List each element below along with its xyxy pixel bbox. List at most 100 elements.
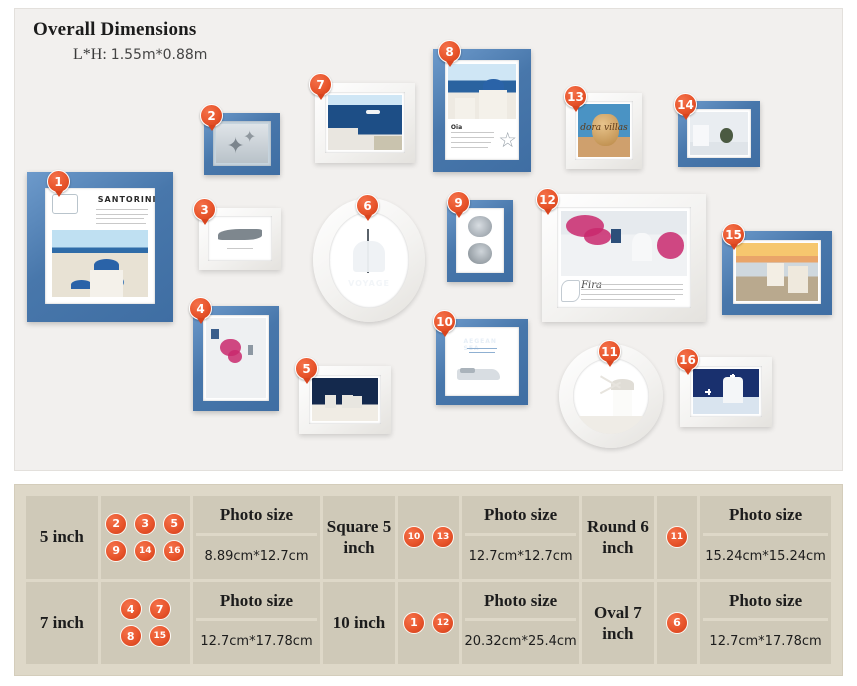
frame-badge-4[interactable]: 4 bbox=[189, 297, 212, 320]
frame-6-caption: VOYAGE bbox=[348, 279, 390, 289]
frame-8-caption: Oia bbox=[450, 124, 463, 131]
frame-7-photo bbox=[325, 92, 405, 153]
frame-badge-5[interactable]: 5 bbox=[295, 357, 318, 380]
frame-16-photo bbox=[690, 366, 762, 417]
cell-photosize-10inch: Photo size 20.32cm*25.4cm bbox=[462, 581, 580, 664]
shell-bottom-icon bbox=[468, 243, 492, 264]
photo-size-value: 15.24cm*15.24cm bbox=[705, 548, 826, 564]
cell-badges-5inch: 2 3 5 9 14 16 bbox=[100, 496, 190, 579]
photo-size-value: 8.89cm*12.7cm bbox=[204, 548, 309, 564]
frame-4-scene bbox=[206, 318, 266, 398]
frame-15-scene bbox=[736, 243, 818, 301]
frame-13-caption: dora villas bbox=[580, 123, 628, 134]
table-badge[interactable]: 7 bbox=[148, 598, 171, 621]
size-label: Oval 7 inch bbox=[594, 602, 642, 643]
table-badge[interactable]: 2 bbox=[105, 512, 128, 535]
frame-badge-9[interactable]: 9 bbox=[447, 191, 470, 214]
photo-size-header: Photo size bbox=[195, 498, 318, 536]
frame-badge-6[interactable]: 6 bbox=[356, 194, 379, 217]
frame-8-scene bbox=[447, 64, 517, 119]
frame-4-photo bbox=[203, 315, 269, 401]
frame-badge-2[interactable]: 2 bbox=[200, 104, 223, 127]
frame-badge-10[interactable]: 10 bbox=[433, 310, 456, 333]
frame-badge-13[interactable]: 13 bbox=[564, 85, 587, 108]
dimension-value: 1.55m*0.88m bbox=[110, 47, 208, 63]
cell-photosize-7inch: Photo size 12.7cm*17.78cm bbox=[192, 581, 321, 664]
frame-badge-11[interactable]: 11 bbox=[598, 340, 621, 363]
frame-3-photo bbox=[208, 216, 272, 261]
frame-16[interactable]: 16 bbox=[676, 348, 772, 427]
frame-4[interactable]: 4 bbox=[189, 297, 279, 411]
frame-badge-3[interactable]: 3 bbox=[193, 198, 216, 221]
frame-6-photo: VOYAGE bbox=[329, 212, 409, 308]
photo-size-header: Photo size bbox=[465, 498, 577, 536]
overall-dimensions-line: L*H: 1.55m*0.88m bbox=[73, 46, 207, 64]
frame-14-photo bbox=[687, 109, 751, 158]
table-badge[interactable]: 12 bbox=[431, 611, 454, 634]
frame-15[interactable]: 15 bbox=[722, 223, 832, 315]
size-label-line1: Square 5 inch bbox=[326, 517, 392, 558]
cell-size-7inch: 7 inch bbox=[26, 581, 98, 664]
table-badge[interactable]: 14 bbox=[134, 539, 157, 562]
frame-9[interactable]: 9 bbox=[447, 191, 513, 282]
frame-badge-14[interactable]: 14 bbox=[674, 93, 697, 116]
frame-badge-8[interactable]: 8 bbox=[438, 40, 461, 63]
table-badge[interactable]: 8 bbox=[119, 625, 142, 648]
frame-12-scene bbox=[561, 211, 687, 276]
table-badge[interactable]: 10 bbox=[402, 526, 425, 549]
shell-top-icon bbox=[468, 215, 492, 237]
photo-size-value: 12.7cm*12.7cm bbox=[468, 548, 573, 564]
table-badge[interactable]: 4 bbox=[119, 598, 142, 621]
frame-14[interactable]: 14 bbox=[674, 93, 760, 167]
frame-8[interactable]: Oia ☆ 8 bbox=[433, 40, 531, 172]
cell-photosize-oval7inch: Photo size 12.7cm*17.78cm bbox=[700, 581, 831, 664]
table-badge[interactable]: 9 bbox=[105, 539, 128, 562]
frame-1-scene bbox=[51, 229, 149, 298]
frame-1-caption: SANTORINI bbox=[97, 194, 155, 204]
frame-5-scene bbox=[312, 378, 378, 421]
frame-10-photo: AEGEAN SEA bbox=[445, 327, 519, 396]
table-badge[interactable]: 6 bbox=[665, 611, 688, 634]
frame-badge-7[interactable]: 7 bbox=[309, 73, 332, 96]
photo-size-header: Photo size bbox=[195, 584, 318, 622]
frame-badge-15[interactable]: 15 bbox=[722, 223, 745, 246]
table-badge[interactable]: 3 bbox=[134, 512, 157, 535]
frame-13-photo: dora villas bbox=[575, 101, 633, 160]
frame-2-scene: ✦ ✦ bbox=[216, 124, 268, 163]
frame-11-photo bbox=[573, 358, 649, 434]
frame-10[interactable]: AEGEAN SEA 10 bbox=[433, 310, 528, 405]
frame-3[interactable]: 3 bbox=[193, 198, 281, 270]
frame-2-photo: ✦ ✦ bbox=[213, 121, 271, 166]
cell-photosize-5inch: Photo size 8.89cm*12.7cm bbox=[192, 496, 321, 579]
collage-panel: Overall Dimensions L*H: 1.55m*0.88m SANT… bbox=[14, 8, 843, 471]
frame-badge-1[interactable]: 1 bbox=[47, 170, 70, 193]
shark-icon bbox=[218, 228, 262, 241]
frame-badge-16[interactable]: 16 bbox=[676, 348, 699, 371]
frame-11[interactable]: 11 bbox=[559, 340, 663, 448]
frame-2[interactable]: ✦ ✦ 2 bbox=[200, 104, 280, 175]
frame-badge-12[interactable]: 12 bbox=[536, 188, 559, 211]
table-row: 5 inch 2 3 5 9 14 16 Photo size 8.89cm*1… bbox=[26, 496, 831, 579]
table-badge[interactable]: 16 bbox=[163, 539, 186, 562]
cell-badges-oval7inch: 6 bbox=[656, 581, 698, 664]
table-badge[interactable]: 13 bbox=[431, 526, 454, 549]
cell-size-oval7inch: Oval 7 inch bbox=[582, 581, 654, 664]
frame-12[interactable]: Fira 12 bbox=[536, 188, 706, 322]
table-row: 7 inch 4 7 8 15 Photo size 12.7cm*17.78c… bbox=[26, 581, 831, 664]
table-badge[interactable]: 1 bbox=[402, 611, 425, 634]
table-badge[interactable]: 15 bbox=[148, 625, 171, 648]
header-block: Overall Dimensions L*H: 1.55m*0.88m bbox=[33, 19, 207, 64]
photo-size-header: Photo size bbox=[703, 498, 828, 536]
frame-10-caption: AEGEAN SEA bbox=[463, 338, 497, 352]
frame-5-photo bbox=[309, 375, 381, 424]
frame-7[interactable]: 7 bbox=[309, 73, 415, 163]
photo-size-header: Photo size bbox=[703, 584, 828, 622]
frame-13[interactable]: dora villas 13 bbox=[564, 85, 642, 169]
frame-1[interactable]: SANTORINI 1 bbox=[27, 170, 173, 322]
cell-size-square5inch: Square 5 inch bbox=[323, 496, 395, 579]
frame-5[interactable]: 5 bbox=[295, 357, 391, 434]
table-badge[interactable]: 11 bbox=[665, 526, 688, 549]
frame-9-photo bbox=[456, 208, 504, 273]
table-badge[interactable]: 5 bbox=[163, 512, 186, 535]
frame-6[interactable]: VOYAGE 6 bbox=[313, 194, 425, 322]
